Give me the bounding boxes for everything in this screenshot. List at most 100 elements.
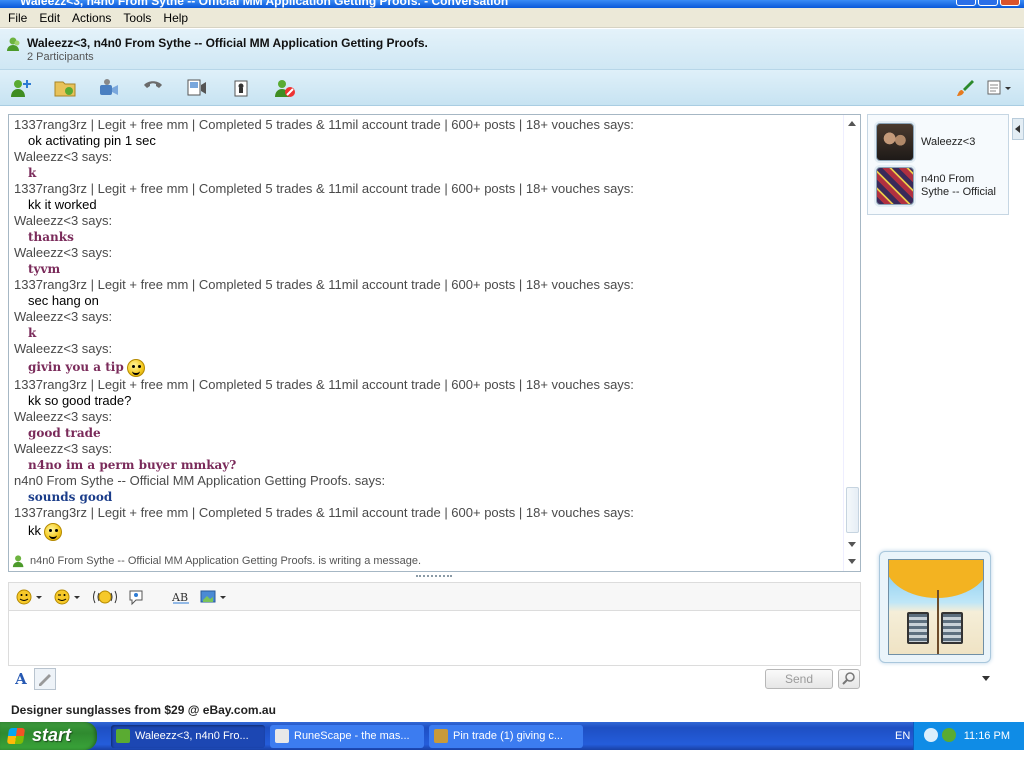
svg-text:AB: AB [171, 591, 188, 604]
more-options-icon[interactable] [984, 76, 1014, 100]
pane-splitter[interactable] [416, 575, 452, 578]
message-sender: 1337rang3rz | Legit + free mm | Complete… [14, 277, 634, 292]
message-text: tyvm [14, 261, 840, 277]
avatar [876, 123, 914, 161]
ad-text[interactable]: Designer sunglasses from $29 @ eBay.com.… [11, 703, 276, 717]
video-call-icon[interactable] [96, 76, 122, 100]
message-sender: Waleezz<3 says: [14, 441, 113, 456]
send-button[interactable]: Send [765, 669, 833, 689]
menu-tools[interactable]: Tools [117, 11, 157, 25]
scroll-end-arrow[interactable] [848, 559, 856, 564]
message-sender: 1337rang3rz | Legit + free mm | Complete… [14, 181, 634, 196]
games-icon[interactable] [228, 76, 254, 100]
search-icon[interactable] [838, 669, 860, 689]
window-controls [956, 0, 1020, 6]
chat-history[interactable]: 1337rang3rz | Legit + free mm | Complete… [8, 114, 861, 572]
message-sender: Waleezz<3 says: [14, 213, 113, 228]
scroll-up-arrow[interactable] [848, 121, 856, 126]
taskbar-item-pin-trade[interactable]: Pin trade (1) giving c... [429, 725, 583, 748]
close-button[interactable] [1000, 0, 1020, 6]
screen-bottom-strip [0, 750, 1024, 768]
activities-icon[interactable] [184, 76, 210, 100]
message-text-content: good trade [28, 426, 101, 440]
message-sender: 1337rang3rz | Legit + free mm | Complete… [14, 377, 634, 392]
minimize-button[interactable] [956, 0, 976, 6]
message-text: kk [14, 521, 840, 541]
message-sender: Waleezz<3 says: [14, 409, 113, 424]
history-scrollbar[interactable] [843, 115, 860, 571]
start-button[interactable]: start [0, 722, 97, 750]
invite-contact-icon[interactable] [8, 76, 34, 100]
winks-icon[interactable] [53, 587, 83, 607]
windows-logo-icon [6, 728, 26, 744]
theme-brush-icon[interactable] [952, 76, 978, 100]
message-text: givin you a tip [14, 357, 840, 377]
message-sender: 1337rang3rz | Legit + free mm | Complete… [14, 117, 634, 132]
buddy-status-icon [12, 555, 24, 568]
window-titlebar[interactable]: Waleezz<3, n4n0 From Sythe -- Official M… [0, 0, 1024, 8]
formatting-toolbar: AB [8, 582, 861, 610]
start-label: start [32, 725, 72, 745]
taskbar-item-label: RuneScape - the mas... [294, 730, 410, 742]
ad-banner[interactable]: Designer sunglasses from $29 @ eBay.com.… [0, 700, 1024, 722]
nudge-icon[interactable] [91, 587, 119, 607]
menu-bar: File Edit Actions Tools Help [0, 8, 1024, 28]
phone-call-icon[interactable] [140, 76, 166, 100]
drool-emoticon-icon [126, 358, 145, 377]
block-contact-icon[interactable] [272, 76, 298, 100]
message-text-content: n4no im a perm buyer mmkay? [28, 458, 237, 472]
messenger-tray-icon[interactable] [942, 728, 956, 742]
message-sender: Waleezz<3 says: [14, 149, 113, 164]
menu-help[interactable]: Help [157, 11, 194, 25]
menu-file[interactable]: File [2, 11, 33, 25]
send-image-icon[interactable] [199, 587, 229, 607]
scroll-thumb[interactable] [846, 487, 859, 533]
menu-actions[interactable]: Actions [66, 11, 117, 25]
message-text-content: givin you a tip [28, 360, 124, 374]
participant-name: n4n0 From Sythe -- Official [921, 173, 996, 198]
menu-edit[interactable]: Edit [33, 11, 66, 25]
app-icon [434, 729, 448, 743]
emoticons-icon[interactable] [15, 587, 45, 607]
umbrella-pole [937, 590, 939, 654]
maximize-button[interactable] [978, 0, 998, 6]
tray-expand-icon[interactable] [924, 728, 938, 742]
handwriting-icon[interactable] [34, 668, 56, 690]
umbrella-shape [889, 560, 983, 598]
taskbar-item-label: Pin trade (1) giving c... [453, 730, 564, 742]
participant-item[interactable]: n4n0 From Sythe -- Official [876, 167, 1005, 205]
font-icon[interactable]: A [10, 668, 32, 690]
display-picture[interactable] [879, 551, 991, 663]
participant-item[interactable]: Waleezz<3 [876, 123, 1005, 161]
message-text: kk so good trade? [14, 393, 840, 409]
clock: 11:16 PM [963, 730, 1010, 742]
message-input[interactable] [8, 610, 861, 666]
message-text: ok activating pin 1 sec [14, 133, 840, 149]
taskbar-item-conversation[interactable]: Waleezz<3, n4n0 Fro... [111, 725, 265, 748]
voice-clip-icon[interactable] [127, 587, 147, 607]
beach-photo [888, 559, 984, 655]
message-sender: Waleezz<3 says: [14, 245, 113, 260]
spellcheck-icon[interactable]: AB [171, 587, 191, 607]
conversation-title: Waleezz<3, n4n0 From Sythe -- Official M… [27, 36, 428, 50]
message-text-content: tyvm [28, 262, 61, 276]
display-picture-menu-arrow[interactable] [982, 676, 990, 681]
window-title: Waleezz<3, n4n0 From Sythe -- Official M… [20, 0, 509, 8]
messenger-icon [116, 729, 130, 743]
scroll-down-arrow[interactable] [848, 542, 856, 547]
message-text-content: kk so good trade? [28, 393, 132, 408]
language-indicator[interactable]: EN [895, 722, 910, 750]
taskbar-item-runescape[interactable]: RuneScape - the mas... [270, 725, 424, 748]
beach-chair [907, 612, 929, 644]
message-text-content: sounds good [28, 490, 113, 504]
collapse-panel-button[interactable] [1012, 118, 1024, 140]
share-files-icon[interactable] [52, 76, 78, 100]
message-sender: 1337rang3rz | Legit + free mm | Complete… [14, 505, 634, 520]
message-text-content: kk [28, 523, 41, 538]
conversation-toolbar [0, 70, 1024, 106]
message-text-content: sec hang on [28, 293, 99, 308]
participants-count: 2 Participants [27, 51, 94, 63]
message-text: thanks [14, 229, 840, 245]
message-text: good trade [14, 425, 840, 441]
message-text: sec hang on [14, 293, 840, 309]
